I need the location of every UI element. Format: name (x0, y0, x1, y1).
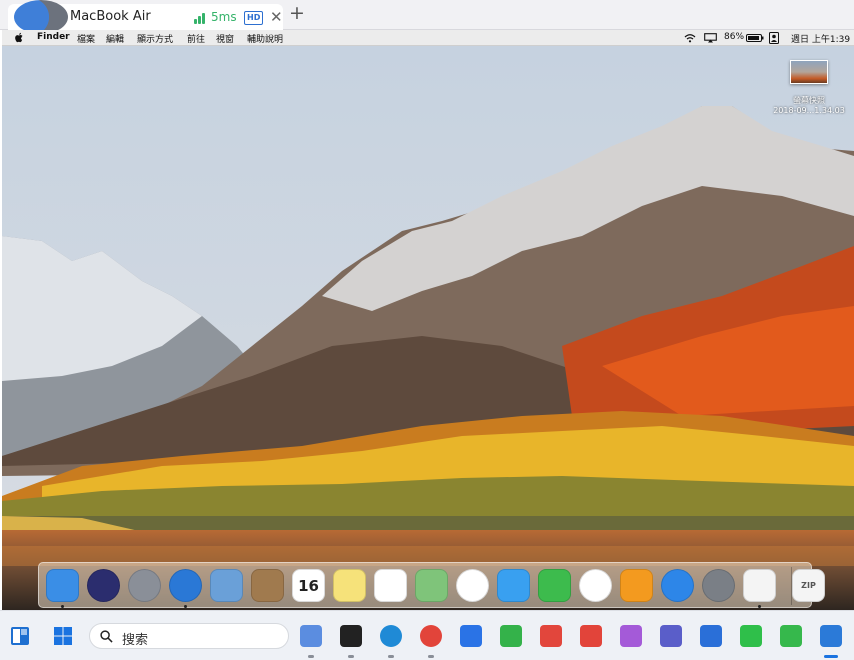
zip-file-icon[interactable]: ZIP (792, 569, 825, 602)
mac-menu-bar: Finder 檔案 編輯 顯示方式 前往 視窗 輔助說明 86% 週日 上午1:… (2, 30, 854, 46)
windows-taskbar: 搜索 (0, 610, 854, 660)
clock[interactable]: 週日 上午1:39 (791, 32, 850, 45)
search-placeholder: 搜索 (122, 633, 149, 648)
shopping-bag-icon[interactable] (500, 625, 522, 647)
desktop: 螢幕快照 2018-09...1.34.03 16 ZIP (2, 46, 854, 610)
system-preferences-icon[interactable] (702, 569, 735, 602)
task-view-icon[interactable] (340, 625, 362, 647)
battery-icon[interactable] (746, 34, 764, 42)
taskbar-search[interactable]: 搜索 (89, 623, 289, 649)
chrome-icon[interactable] (420, 625, 442, 647)
edge-icon[interactable] (380, 625, 402, 647)
taskbar-running-indicator (308, 655, 314, 658)
running-indicator (758, 605, 761, 608)
dock: 16 ZIP (38, 562, 825, 608)
hd-quality-badge[interactable]: HD (244, 11, 264, 25)
taskbar-running-indicator (348, 655, 354, 658)
latency-readout: 5ms (211, 10, 237, 24)
facetime-icon[interactable] (538, 569, 571, 602)
itunes-icon[interactable] (579, 569, 612, 602)
avatar[interactable] (14, 0, 68, 34)
widgets-icon[interactable] (10, 626, 30, 646)
ibooks-icon[interactable] (620, 569, 653, 602)
photos-icon[interactable] (456, 569, 489, 602)
safari-icon[interactable] (169, 569, 202, 602)
menu-edit[interactable]: 編輯 (106, 32, 124, 45)
tab-title: MacBook Air (70, 9, 151, 24)
menu-finder[interactable]: Finder (37, 32, 70, 42)
textedit-icon[interactable] (743, 569, 776, 602)
launchpad-icon[interactable] (128, 569, 161, 602)
kitten-app-icon[interactable] (620, 625, 642, 647)
appstore-icon[interactable] (661, 569, 694, 602)
calendar-label: 16 (298, 576, 319, 595)
taskbar-running-indicator (428, 655, 434, 658)
signal-icon (194, 12, 208, 24)
contacts-icon[interactable] (251, 569, 284, 602)
screenshot-file-label[interactable]: 螢幕快照 2018-09...1.34.03 (767, 96, 851, 116)
cube-app-icon[interactable] (700, 625, 722, 647)
dock-separator (791, 567, 792, 605)
wechat-icon[interactable] (740, 625, 762, 647)
reminders-icon[interactable] (374, 569, 407, 602)
taskbar-running-indicator (824, 655, 838, 658)
siri-icon[interactable] (87, 569, 120, 602)
chat-bubble-icon[interactable] (780, 625, 802, 647)
cat-app-icon[interactable] (540, 625, 562, 647)
teams-icon[interactable] (660, 625, 682, 647)
running-indicator (184, 605, 187, 608)
wifi-icon[interactable] (684, 33, 696, 43)
messages-icon[interactable] (497, 569, 530, 602)
search-icon (100, 630, 113, 643)
calendar-icon[interactable]: 16 (292, 569, 325, 602)
taskbar-running-indicator (388, 655, 394, 658)
notes-icon[interactable] (333, 569, 366, 602)
user-icon[interactable] (769, 32, 779, 44)
remote-desktop-icon[interactable] (820, 625, 842, 647)
wps-icon[interactable] (580, 625, 602, 647)
maps-icon[interactable] (415, 569, 448, 602)
running-indicator (61, 605, 64, 608)
menu-go[interactable]: 前往 (187, 32, 205, 45)
screenshot-file-icon[interactable] (790, 60, 828, 84)
new-tab-button[interactable]: + (289, 2, 305, 24)
mail-icon[interactable] (210, 569, 243, 602)
close-tab-button[interactable]: ✕ (270, 8, 283, 26)
remote-tab-bar: MacBook Air 5ms HD ✕ + (0, 0, 854, 34)
copilot-icon[interactable] (300, 625, 322, 647)
feishu-icon[interactable] (460, 625, 482, 647)
finder-icon[interactable] (46, 569, 79, 602)
apple-icon[interactable] (15, 32, 24, 43)
airplay-icon[interactable] (704, 33, 717, 43)
zip-file-label: ZIP (801, 581, 816, 590)
windows-start-icon[interactable] (53, 626, 73, 646)
menu-help[interactable]: 輔助說明 (247, 32, 283, 45)
battery-percent: 86% (724, 32, 745, 42)
menu-window[interactable]: 視窗 (216, 32, 234, 45)
menu-view[interactable]: 顯示方式 (137, 32, 173, 45)
menu-file[interactable]: 檔案 (77, 32, 95, 45)
high-sierra-wallpaper (2, 46, 854, 610)
